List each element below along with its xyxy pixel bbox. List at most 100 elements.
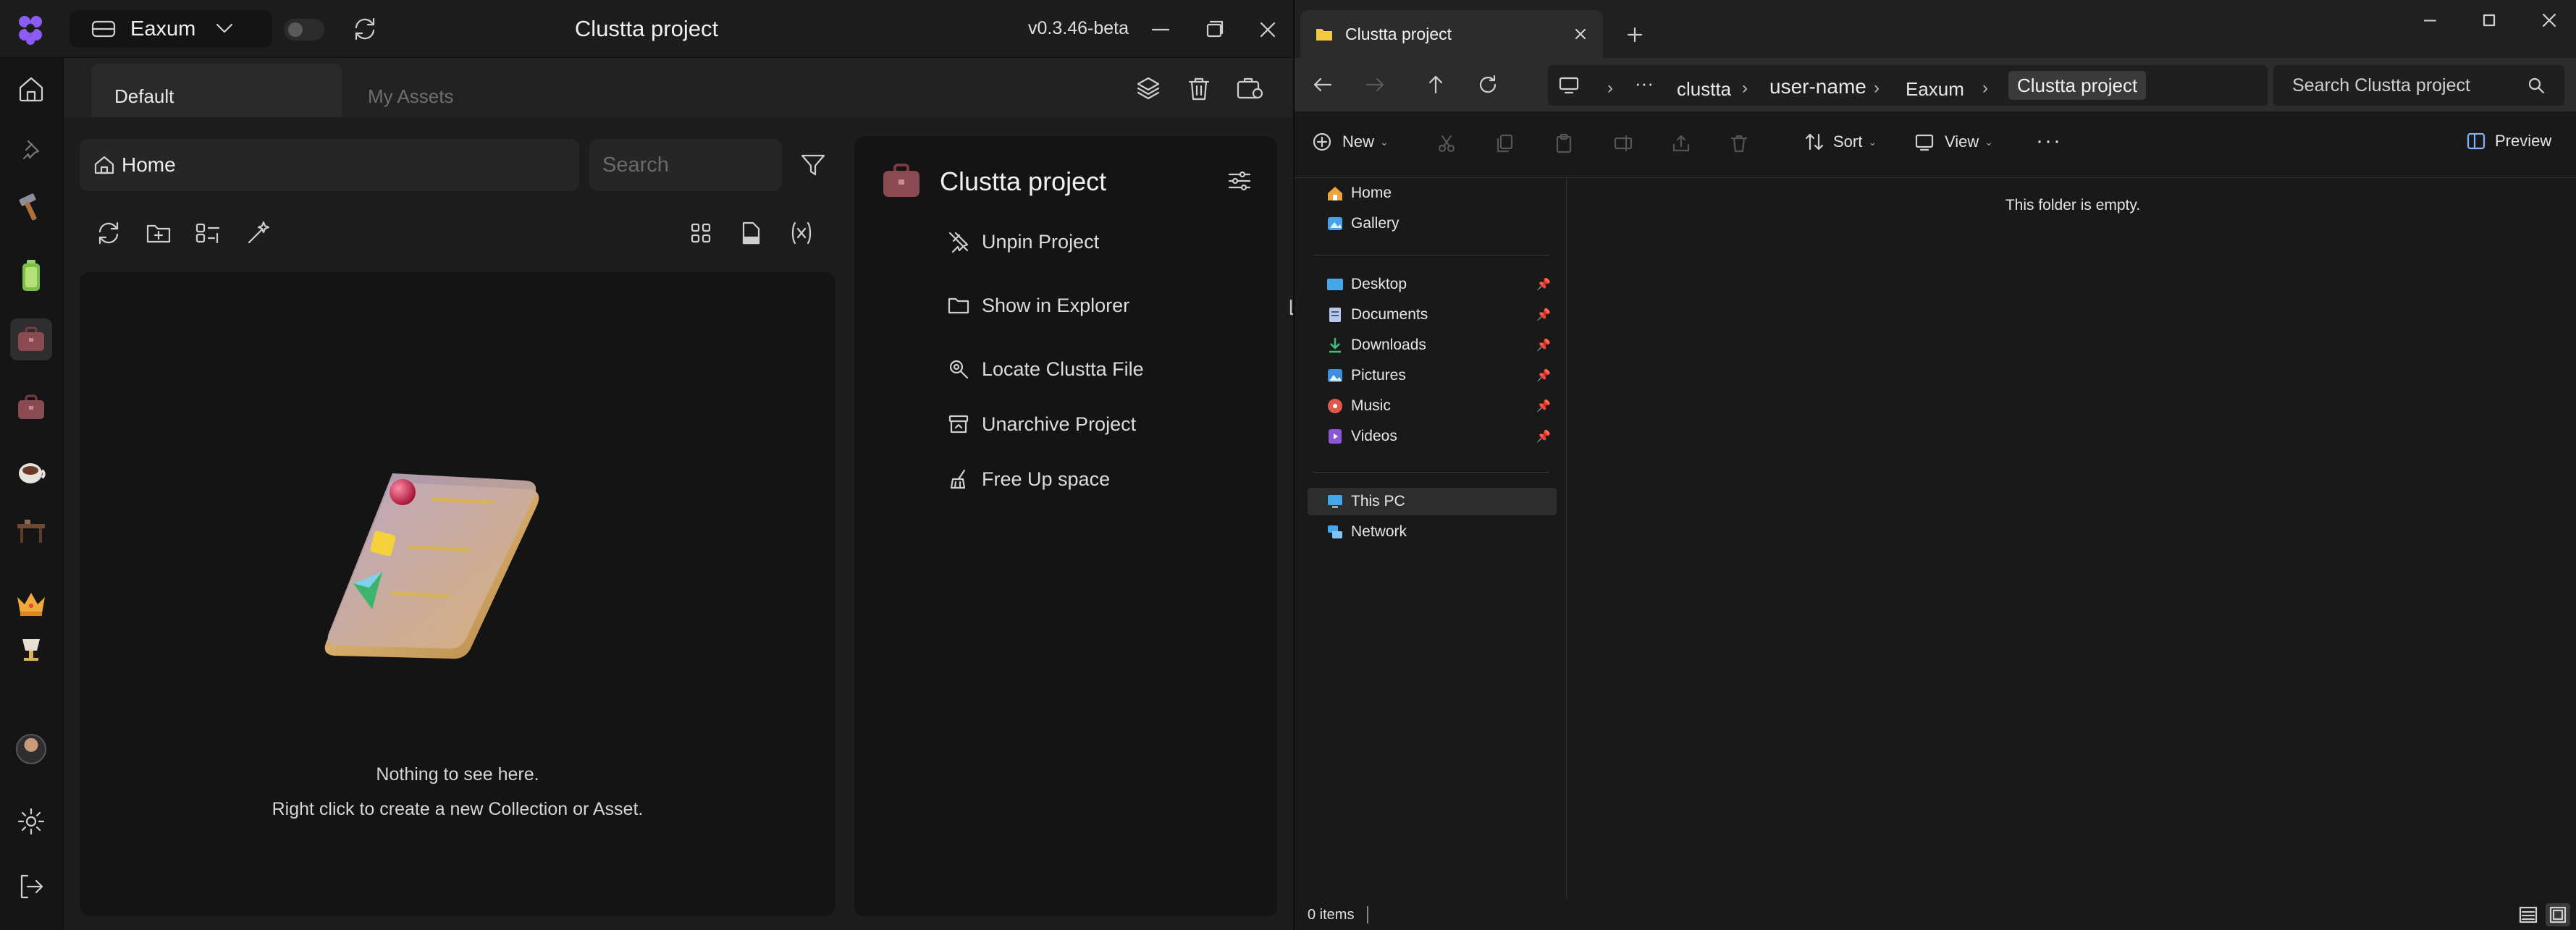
tab-default[interactable]: Default [91, 64, 342, 117]
nav-documents[interactable]: Documents 📌 [1308, 301, 1557, 329]
rename-icon[interactable] [1613, 133, 1633, 153]
briefcase-settings-icon[interactable] [1235, 75, 1264, 101]
pin-icon[interactable]: 📌 [1536, 368, 1551, 383]
nav-this-pc[interactable]: This PC [1308, 488, 1557, 515]
rail-pin-button[interactable] [10, 136, 52, 165]
explorer-search-input[interactable]: Search Clustta project [2273, 65, 2564, 106]
nav-home[interactable]: Home [1308, 179, 1557, 207]
sort-button[interactable]: Sort ⌄ [1804, 132, 1877, 152]
project-rail [0, 58, 64, 930]
file-list-area[interactable]: This folder is empty. [1568, 178, 2576, 899]
details-view-icon[interactable] [2518, 905, 2538, 925]
rail-project-tea[interactable] [10, 450, 52, 492]
close-tab-icon[interactable] [1573, 26, 1588, 42]
breadcrumb-user-name[interactable]: user-name [1769, 75, 1866, 98]
search-input[interactable]: Search [589, 139, 782, 191]
crown-icon [17, 593, 45, 616]
rail-project-crown[interactable] [10, 583, 52, 625]
network-icon [1328, 525, 1342, 538]
music-icon [1328, 399, 1342, 413]
rail-project-briefcase[interactable] [10, 386, 52, 428]
breadcrumb-clustta[interactable]: clustta [1677, 78, 1731, 101]
nav-divider [1313, 472, 1549, 473]
navigation-pane: Home Gallery Desktop 📌 Documents 📌 Downloa… [1295, 178, 1567, 899]
new-folder-icon[interactable] [145, 220, 172, 246]
nav-downloads[interactable]: Downloads 📌 [1308, 331, 1557, 359]
grid-view-icon[interactable] [688, 220, 714, 246]
briefcase-icon [883, 164, 919, 197]
up-arrow-icon[interactable] [1425, 74, 1447, 96]
view-button[interactable]: View ⌄ [1914, 132, 1993, 152]
magic-wand-icon[interactable] [245, 219, 272, 247]
more-options-icon[interactable]: ··· [2036, 129, 2062, 153]
pin-icon[interactable]: 📌 [1536, 338, 1551, 352]
explorer-close-icon[interactable] [2541, 12, 2557, 28]
pin-icon[interactable]: 📌 [1536, 429, 1551, 444]
nav-pictures[interactable]: Pictures 📌 [1308, 362, 1557, 389]
minimize-icon[interactable] [1150, 19, 1171, 41]
settings-gear-icon[interactable] [16, 806, 46, 837]
new-asset-icon[interactable] [194, 220, 223, 246]
assets-panel[interactable]: Nothing to see here. Right click to crea… [80, 272, 835, 916]
pin-icon[interactable]: 📌 [1536, 277, 1551, 292]
trash-icon[interactable] [1186, 75, 1212, 101]
copy-icon[interactable] [1494, 133, 1515, 153]
menu-free-up-space[interactable]: Free Up space [947, 462, 1110, 496]
menu-unarchive-project[interactable]: Unarchive Project [947, 407, 1136, 441]
user-avatar[interactable] [16, 734, 46, 764]
explorer-tab[interactable]: Clustta project [1300, 10, 1603, 58]
rail-home-button[interactable] [10, 68, 52, 110]
rail-project-hammer[interactable] [10, 185, 52, 227]
breadcrumb-eaxum[interactable]: Eaxum [1906, 78, 1964, 101]
breadcrumb-separator: › [1742, 78, 1748, 98]
breadcrumb-separator: › [1874, 78, 1880, 98]
rail-project-desk[interactable] [10, 510, 52, 551]
status-bar: 0 items [1295, 899, 2576, 930]
more-breadcrumbs-icon[interactable]: ··· [1635, 72, 1654, 95]
sliders-icon[interactable] [1226, 168, 1253, 194]
preview-pane-button[interactable]: Preview [2466, 132, 2551, 151]
paste-icon[interactable] [1554, 133, 1574, 153]
file-icon[interactable] [738, 220, 763, 246]
nav-network[interactable]: Network [1308, 518, 1557, 546]
breadcrumb-current[interactable]: Clustta project [2008, 71, 2147, 100]
rail-project-clustta[interactable] [10, 318, 52, 360]
nav-videos[interactable]: Videos 📌 [1308, 423, 1557, 450]
new-tab-icon[interactable] [1626, 26, 1643, 43]
pin-icon[interactable]: 📌 [1536, 308, 1551, 322]
menu-locate-clustta-file[interactable]: Locate Clustta File [947, 352, 1144, 386]
tab-my-assets[interactable]: My Assets [345, 64, 584, 117]
rail-project-battery[interactable] [10, 255, 52, 297]
address-bar[interactable]: › ··· clustta › user-name › Eaxum › Clus… [1548, 65, 2268, 106]
new-button[interactable]: New ⌄ [1312, 132, 1389, 152]
breadcrumb-home[interactable]: Home [122, 153, 176, 177]
refresh-icon[interactable] [96, 220, 122, 246]
filter-icon[interactable] [799, 151, 827, 179]
forward-arrow-icon[interactable] [1364, 74, 1386, 96]
delete-icon[interactable] [1729, 133, 1749, 153]
close-icon[interactable] [1257, 19, 1279, 41]
layers-icon[interactable] [1135, 75, 1161, 101]
logout-icon[interactable] [16, 871, 46, 902]
empty-state-hint: Right click to create a new Collection o… [272, 799, 644, 819]
share-icon[interactable] [1671, 133, 1691, 153]
explorer-maximize-icon[interactable] [2482, 13, 2496, 28]
nav-music[interactable]: Music 📌 [1308, 392, 1557, 420]
refresh-icon[interactable] [1477, 74, 1499, 96]
rail-project-goblet[interactable] [10, 637, 52, 663]
explorer-tab-strip: Clustta project – [1295, 0, 2576, 58]
maximize-icon[interactable] [1203, 19, 1225, 41]
nav-gallery[interactable]: Gallery [1308, 210, 1557, 237]
back-arrow-icon[interactable] [1312, 74, 1334, 96]
item-count: 0 items [1308, 907, 1355, 923]
tiles-view-icon[interactable] [2546, 903, 2570, 926]
pin-icon[interactable]: 📌 [1536, 399, 1551, 413]
menu-show-in-explorer[interactable]: Show in Explorer [947, 288, 1309, 323]
menu-unpin-project[interactable]: Unpin Project [947, 224, 1099, 259]
explorer-minimize-icon[interactable]: – [2424, 7, 2436, 32]
variable-icon[interactable] [788, 220, 815, 246]
videos-icon [1329, 429, 1342, 444]
nav-desktop[interactable]: Desktop 📌 [1308, 271, 1557, 298]
breadcrumb-bar[interactable]: Home [80, 139, 579, 191]
cut-icon[interactable] [1436, 133, 1457, 153]
